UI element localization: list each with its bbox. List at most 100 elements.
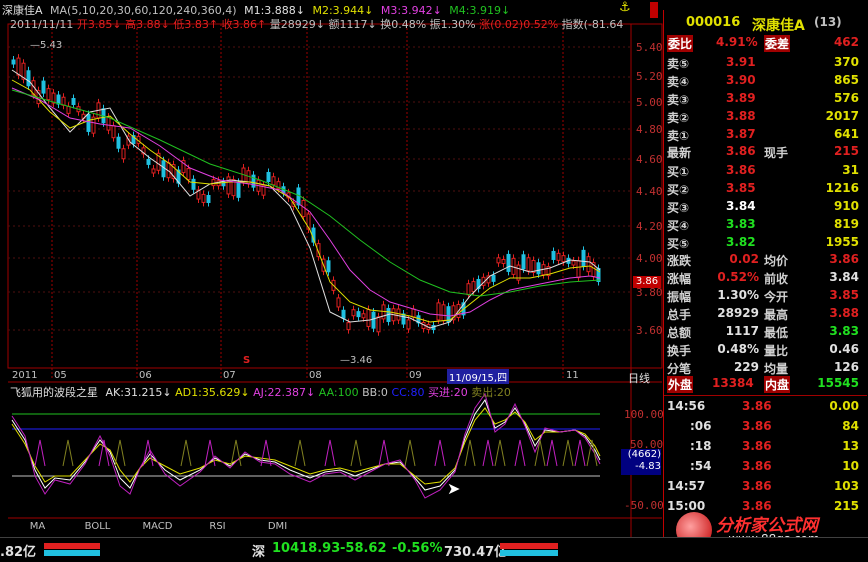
tab-rsi[interactable]: RSI (190, 521, 245, 535)
candle-body (396, 308, 401, 321)
tape-volume: 103 (833, 479, 859, 493)
quote-panel: 000016 深康佳A (13) 委比 4.91% 委差 462 卖⑤ 3.91 3… (663, 10, 868, 550)
candle-body (336, 297, 341, 308)
candle-body (206, 195, 211, 203)
stat-row: 总额 1117 最低 3.83 (664, 323, 867, 342)
neipan-label: 内盘 (764, 376, 791, 393)
stat-cell: 3.83 (829, 324, 859, 338)
signal-triangle (494, 439, 506, 467)
order-label: 卖③ (667, 93, 690, 107)
sell-order-row: 卖④ 3.90 865 (664, 72, 867, 91)
signal-triangle (464, 439, 476, 467)
indicator-header: 飞狐用的波段之星 AK:31.215↓ AD1:35.629↓ AJ:22.38… (10, 384, 511, 400)
cursor-box-bottom: -4.83 (635, 461, 661, 472)
month-label: 05 (54, 370, 67, 381)
candle-body (471, 281, 476, 293)
month-label: 2011 (12, 370, 38, 381)
stat-cell: 3.88 (829, 306, 859, 320)
aj-line (11, 392, 601, 499)
stat-cell: 振幅 (667, 290, 692, 304)
tab-macd[interactable]: MACD (130, 521, 185, 535)
stat-cell: 3.85 (829, 288, 859, 302)
tape-row: :06 3.86 84 (664, 418, 867, 435)
neipan-value: 15545 (817, 376, 859, 390)
order-label: 卖⑤ (667, 57, 690, 71)
candle-body (341, 309, 346, 319)
candle-body (376, 316, 381, 333)
order-volume: 641 (833, 127, 859, 141)
tab-boll[interactable]: BOLL (70, 521, 125, 535)
lock-icon[interactable]: ⚓ (619, 0, 631, 15)
order-volume: 865 (833, 73, 859, 87)
stat-cell: 量比 (764, 344, 789, 358)
candle-body (201, 193, 206, 203)
tape-time: :06 (690, 419, 712, 433)
tape-row: 14:57 3.86 103 (664, 478, 867, 495)
order-volume: 576 (833, 91, 859, 105)
buy-order-row: 买③ 3.84 910 (664, 198, 867, 217)
candle-body (16, 57, 21, 76)
stat-row: 换手 0.48% 量比 0.46 (664, 341, 867, 360)
stat-cell: 3.84 (829, 270, 859, 284)
order-volume: 910 (833, 199, 859, 213)
order-volume: 31 (842, 163, 859, 177)
signal-triangle (574, 439, 586, 467)
candle-body (66, 105, 71, 114)
stat-cell: 总额 (667, 326, 692, 340)
period-label[interactable]: 日线 (628, 370, 650, 386)
bottom-status-bar: .82亿 深 10418.93 -58.62 -0.56% 730.47亿 (0, 537, 868, 562)
quote-stock-name: 深康佳A (752, 18, 805, 34)
candle-body (501, 259, 506, 265)
stat-row: 涨幅 0.52% 前收 3.84 (664, 269, 867, 288)
indicator-cursor-box: (4662) -4.83 (621, 449, 661, 475)
current-price-tag: 3.86 (633, 276, 661, 288)
tape-price: 3.86 (742, 399, 772, 413)
latest-row: 最新 3.86 现手 215 (664, 143, 867, 162)
info-close: 收3.86↑ (221, 18, 267, 31)
waipan-label: 外盘 (667, 376, 694, 393)
candle-body (11, 59, 16, 65)
price-tick: 5.40 (636, 41, 663, 54)
stat-row: 总手 28929 最高 3.88 (664, 305, 867, 324)
tape-price: 3.86 (742, 479, 772, 493)
tape-time: 15:00 (667, 499, 706, 513)
candle-body (116, 136, 121, 149)
up-down-bar-cyan (44, 550, 100, 556)
panel-toggle-icon[interactable] (650, 2, 658, 18)
bottom-index-amount: 730.47亿 (444, 545, 508, 560)
price-tick: 3.60 (636, 324, 663, 337)
order-volume: 819 (833, 217, 859, 231)
candle-body (46, 88, 51, 101)
indicator-aa: AA:100 (318, 386, 359, 399)
tab-ma[interactable]: MA (10, 521, 65, 535)
weicha-value: 462 (833, 35, 859, 49)
price-tick: 4.00 (636, 252, 663, 265)
tape-time: :18 (690, 439, 712, 453)
month-label: 06 (139, 370, 152, 381)
order-label: 买⑤ (667, 237, 690, 251)
candle-body (271, 176, 276, 186)
candle-body (466, 283, 471, 296)
high-marker: —5.43 (30, 40, 63, 51)
bottom-index-value: 10418.93 (272, 541, 341, 556)
candle-body (111, 125, 116, 139)
order-label: 买② (667, 183, 690, 197)
stat-cell: 换手 (667, 344, 692, 358)
tape-volume: 84 (842, 419, 859, 433)
candle-body (581, 249, 586, 267)
candle-body (26, 70, 31, 87)
sell-order-row: 卖⑤ 3.91 370 (664, 54, 867, 73)
tape-time: :54 (690, 459, 712, 473)
tape-volume: 13 (842, 439, 859, 453)
candle-body (146, 158, 151, 165)
stat-row: 涨跌 0.02 均价 3.86 (664, 251, 867, 270)
indicator-bb: BB:0 (362, 386, 388, 399)
candle-body (491, 274, 496, 282)
candle-body (371, 311, 376, 329)
tab-dmi[interactable]: DMI (250, 521, 305, 535)
candle-body (401, 313, 406, 325)
candle-body (236, 181, 241, 198)
signal-triangle (514, 439, 526, 467)
stat-cell: 0.46 (829, 342, 859, 356)
signal-triangles (34, 439, 598, 467)
